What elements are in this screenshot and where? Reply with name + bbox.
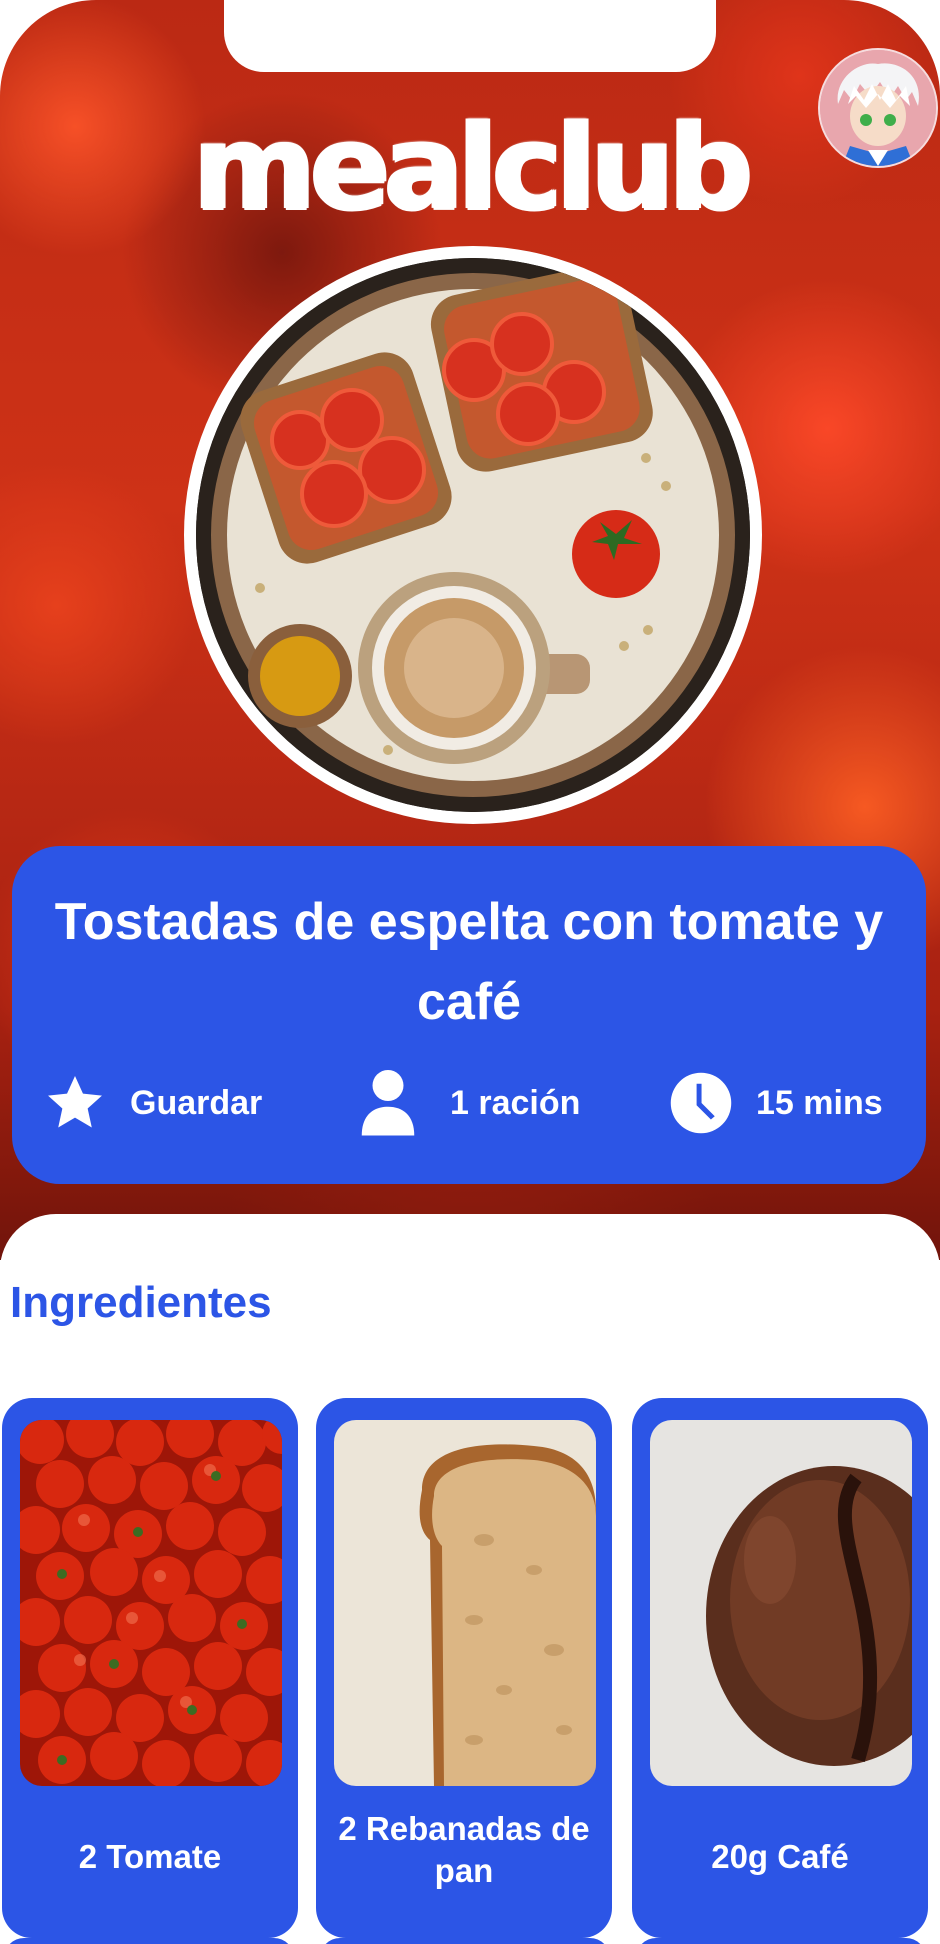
- ingredient-label: 20g Café: [711, 1838, 849, 1875]
- recipe-title: Tostadas de espelta con tomate y café: [54, 893, 884, 1031]
- dish-photo: [196, 258, 750, 812]
- device-notch: [224, 0, 716, 72]
- ingredient-card[interactable]: 2 Rebanadas de pan: [316, 1398, 612, 1938]
- ingredient-card[interactable]: 2 Tomate: [2, 1398, 298, 1938]
- bread-slice-photo: [334, 1420, 596, 1786]
- save-button[interactable]: Guardar: [42, 1068, 262, 1138]
- time-label: 15 mins: [756, 1083, 883, 1122]
- servings-label: 1 ración: [450, 1083, 581, 1122]
- time-info: 15 mins: [668, 1068, 883, 1138]
- app-logo: mealclub: [193, 98, 753, 236]
- clock-icon: [670, 1072, 732, 1134]
- servings-info: 1 ración: [358, 1068, 580, 1138]
- star-icon: [48, 1076, 102, 1128]
- app-screen: mealclub Tostadas de espelta con tomate …: [0, 0, 940, 1944]
- ingredient-label: 2 Tomate: [78, 1838, 222, 1875]
- coffee-bean-photo: [650, 1420, 912, 1786]
- ingredient-card[interactable]: 20g Café: [632, 1398, 928, 1938]
- tomatoes-photo: [20, 1420, 282, 1786]
- next-row-card-edge: [636, 1938, 926, 1944]
- ingredient-label: 2 Rebanadas de pan: [338, 1810, 590, 1889]
- save-label: Guardar: [130, 1083, 263, 1122]
- ingredients-heading: Ingredientes: [10, 1278, 272, 1327]
- ingredients-sheet: Ingredientes 2 Tomate 2 Rebanadas de pan…: [0, 1214, 940, 1944]
- person-icon: [361, 1070, 415, 1136]
- recipe-info-card: Tostadas de espelta con tomate y café Gu…: [12, 846, 926, 1184]
- next-row-card-edge: [320, 1938, 610, 1944]
- next-row-card-edge: [4, 1938, 294, 1944]
